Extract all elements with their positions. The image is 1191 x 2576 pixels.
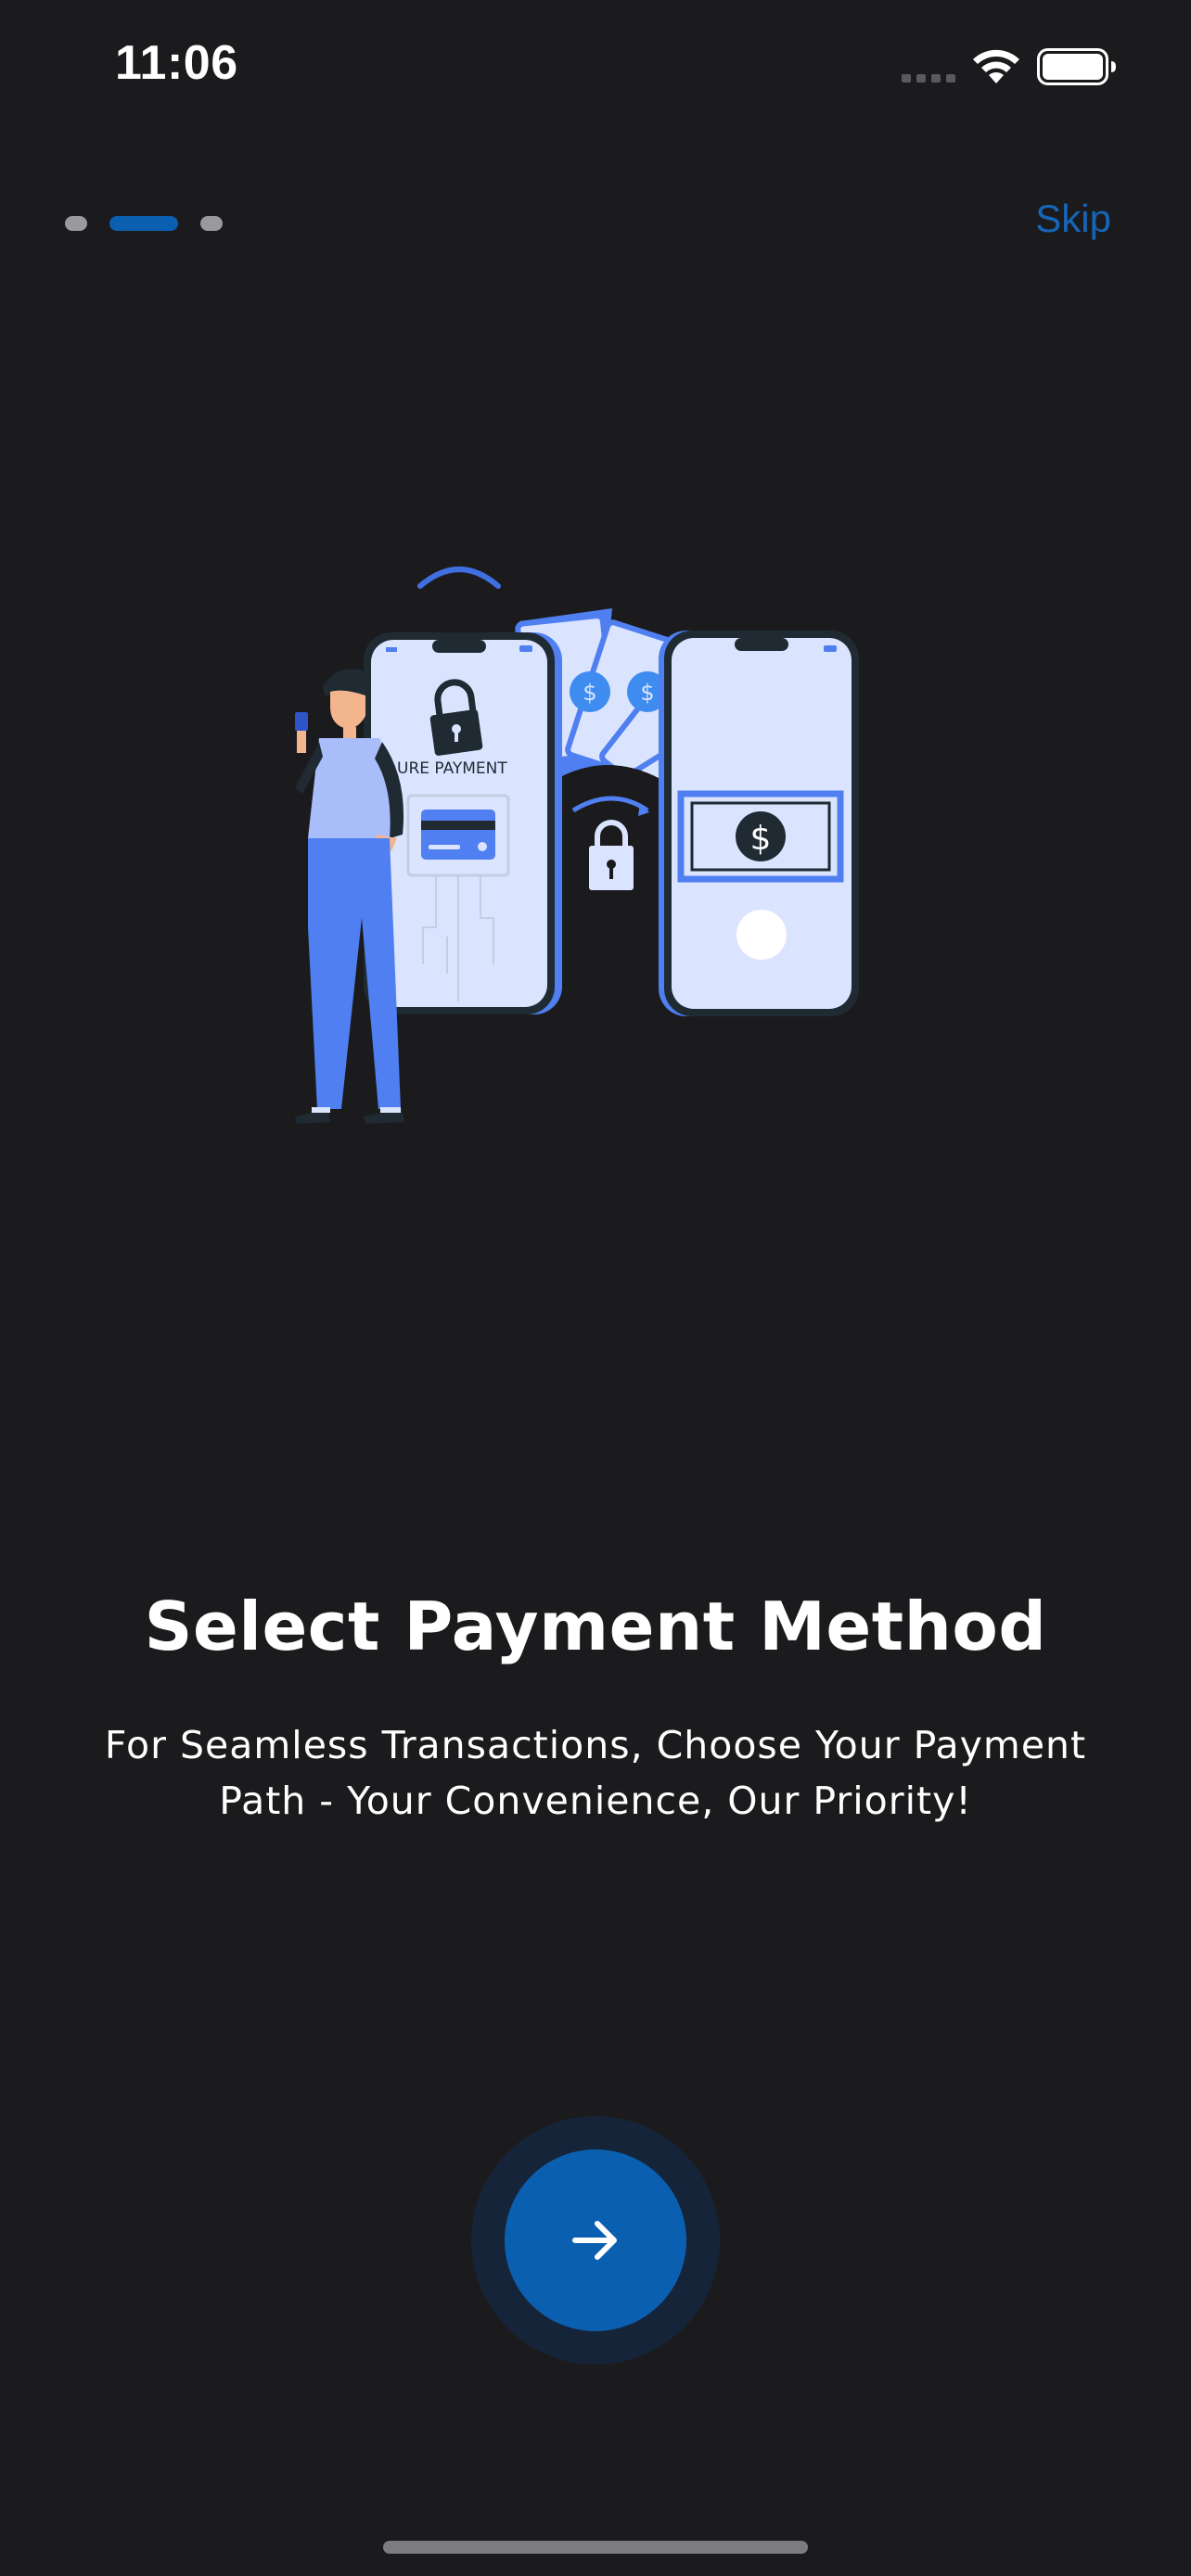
right-phone: $ <box>659 631 859 1016</box>
skip-button[interactable]: Skip <box>991 197 1111 249</box>
page-indicator <box>65 215 223 232</box>
cellular-signal-icon <box>902 74 955 83</box>
page-dot-3[interactable] <box>200 216 223 231</box>
status-time: 11:06 <box>115 36 238 90</box>
battery-full-icon <box>1037 48 1116 85</box>
page-subtitle: For Seamless Transactions, Choose Your P… <box>104 1723 1087 1823</box>
home-indicator[interactable] <box>383 2541 808 2554</box>
payment-illustration: $ $ $ $ URE PAYMENT <box>295 567 859 1124</box>
svg-text:$: $ <box>583 680 596 706</box>
wifi-icon <box>973 49 1019 83</box>
bill-dollar-symbol: $ <box>750 820 772 858</box>
next-button[interactable] <box>505 2149 686 2331</box>
page-dot-2-active[interactable] <box>109 216 178 231</box>
arrow-right-icon <box>572 2221 617 2260</box>
status-bar: 11:06 <box>0 0 1191 139</box>
illustration-caption: URE PAYMENT <box>397 759 507 778</box>
page-title: Select Payment Method <box>144 1588 1047 1665</box>
page-dot-1[interactable] <box>65 216 87 231</box>
svg-text:$: $ <box>640 680 654 706</box>
